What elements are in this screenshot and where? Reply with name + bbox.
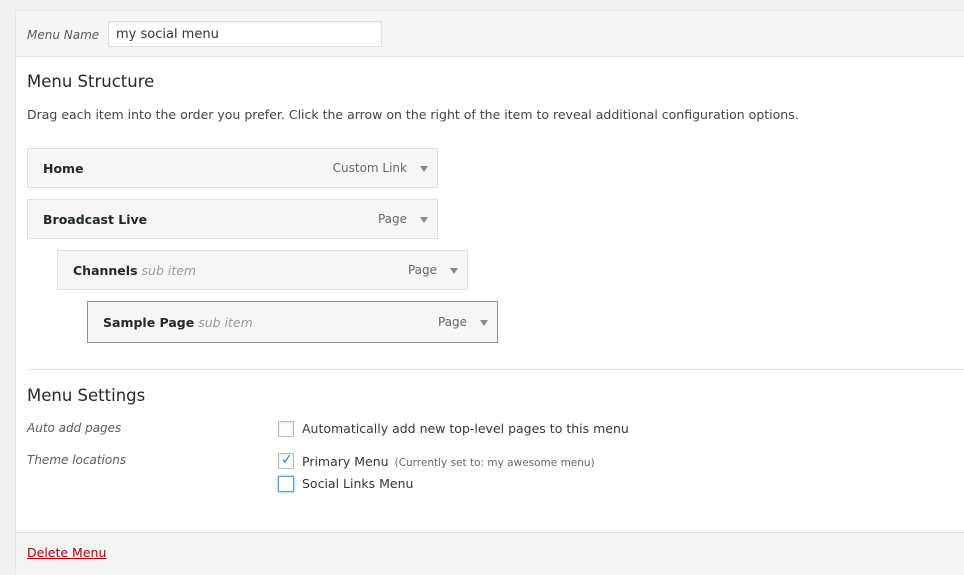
menu-header: Menu Name [16, 11, 964, 57]
auto-add-pages-option-label[interactable]: Automatically add new top-level pages to… [302, 421, 629, 436]
social-links-menu-checkbox[interactable] [278, 476, 294, 492]
menu-item-title: Home [43, 161, 84, 176]
expand-arrow-icon[interactable] [450, 268, 458, 274]
theme-locations-label: Theme locations [27, 453, 127, 467]
sub-item-label: sub item [141, 263, 197, 278]
menu-footer: Delete Menu [16, 532, 964, 575]
menu-item-title: Broadcast Live [43, 212, 148, 227]
menu-name-label: Menu Name [27, 28, 100, 42]
menu-structure-title: Menu Structure [27, 72, 155, 91]
delete-menu-link[interactable]: Delete Menu [27, 545, 106, 560]
auto-add-pages-label: Auto add pages [27, 421, 122, 435]
primary-menu-checkbox[interactable]: ✓ [278, 452, 294, 469]
menu-item-sample-page[interactable]: Sample Page sub item Page [87, 301, 498, 343]
menu-item-title: Sample Page sub item [103, 315, 253, 330]
menu-item-home[interactable]: Home Custom Link [27, 148, 438, 188]
menu-structure-description: Drag each item into the order you prefer… [27, 107, 799, 122]
social-links-menu-option-label[interactable]: Social Links Menu [302, 476, 413, 491]
expand-arrow-icon[interactable] [480, 320, 488, 326]
menu-item-channels[interactable]: Channels sub item Page [57, 250, 468, 290]
auto-add-pages-checkbox[interactable] [278, 421, 294, 437]
menu-item-title: Channels sub item [73, 263, 197, 278]
menu-item-type: Page [407, 263, 437, 277]
menu-item-type: Custom Link [332, 161, 407, 175]
expand-arrow-icon[interactable] [420, 217, 428, 223]
menu-settings-title: Menu Settings [27, 386, 146, 405]
menu-edit-panel: Menu Name Menu Structure Drag each item … [15, 10, 964, 575]
current-location-note: (Currently set to: my awesome menu) [394, 457, 595, 469]
menu-item-type: Page [377, 212, 407, 226]
sub-item-label: sub item [198, 315, 253, 330]
menu-item-broadcast-live[interactable]: Broadcast Live Page [27, 199, 438, 239]
checkmark-icon: ✓ [281, 452, 293, 468]
section-divider [27, 369, 964, 370]
primary-menu-option-label[interactable]: Primary Menu (Currently set to: my aweso… [302, 454, 595, 469]
expand-arrow-icon[interactable] [420, 166, 428, 172]
menu-item-type: Page [437, 315, 467, 329]
menu-name-input[interactable] [108, 21, 382, 47]
